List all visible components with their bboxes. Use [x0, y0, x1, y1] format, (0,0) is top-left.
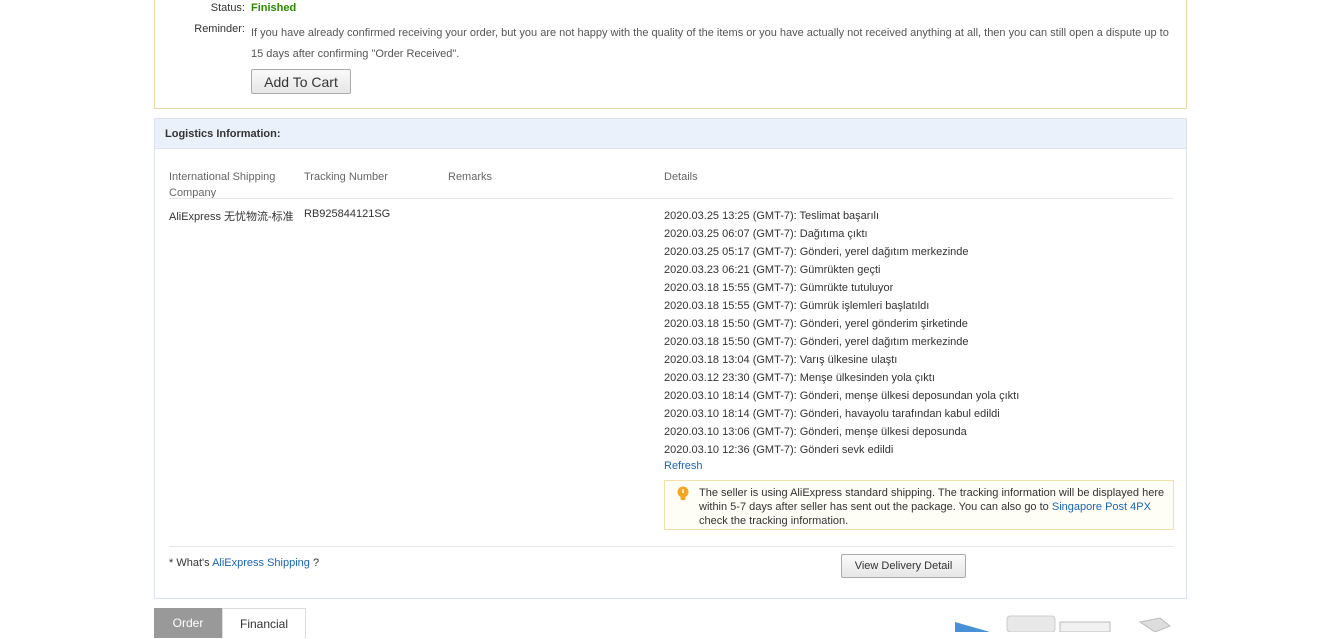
whats-shipping: * What's AliExpress Shipping ? [169, 557, 319, 569]
notice-text: The seller is using AliExpress standard … [699, 486, 1169, 528]
tracking-event: 2020.03.12 23:30 (GMT-7): Menşe ülkesind… [664, 372, 935, 384]
logistics-title: Logistics Information: [155, 119, 1186, 149]
notice-tail: check the tracking information. [699, 515, 849, 527]
tab-order[interactable]: Order [154, 608, 222, 638]
tracking-event: 2020.03.25 06:07 (GMT-7): Dağıtıma çıktı [664, 228, 868, 240]
lightbulb-icon [677, 486, 689, 500]
tracking-number: RB925844121SG [304, 208, 391, 220]
tracking-event: 2020.03.10 18:14 (GMT-7): Gönderi, havay… [664, 408, 1000, 420]
whats-prefix: * What's [169, 557, 210, 569]
tracking-event: 2020.03.10 18:14 (GMT-7): Gönderi, menşe… [664, 390, 1020, 402]
divider [169, 546, 1173, 547]
column-header-company: International Shipping Company [169, 171, 276, 199]
product-banner-image [955, 615, 1171, 632]
status-label: Status: [210, 2, 245, 14]
shipping-notice: The seller is using AliExpress standard … [664, 480, 1174, 530]
divider [169, 198, 1173, 199]
order-summary-box: Status: Finished Reminder: If you have a… [154, 0, 1187, 109]
tracking-event: 2020.03.18 15:50 (GMT-7): Gönderi, yerel… [664, 336, 969, 348]
tracking-event: 2020.03.25 13:25 (GMT-7): Teslimat başar… [664, 210, 880, 222]
shipping-company: AliExpress 无忧物流-标准 [169, 211, 294, 223]
whats-suffix: ? [312, 557, 320, 569]
reminder-text: If you have already confirmed receiving … [251, 27, 1169, 60]
tracking-event: 2020.03.10 12:36 (GMT-7): Gönderi sevk e… [664, 444, 894, 456]
tracking-event: 2020.03.18 15:55 (GMT-7): Gümrükte tutul… [664, 282, 894, 294]
tracking-event: 2020.03.18 15:55 (GMT-7): Gümrük işlemle… [664, 300, 930, 312]
logistics-panel: Logistics Information: International Shi… [154, 118, 1187, 599]
tracking-event: 2020.03.18 13:04 (GMT-7): Varış ülkesine… [664, 354, 898, 366]
tracking-event: 2020.03.25 05:17 (GMT-7): Gönderi, yerel… [664, 246, 969, 258]
column-header-tracking: Tracking Number [304, 171, 388, 183]
column-header-details: Details [664, 171, 698, 183]
tab-financial[interactable]: Financial [222, 608, 306, 638]
singapore-post-link[interactable]: Singapore Post 4PX [1052, 501, 1151, 513]
column-header-remarks: Remarks [448, 171, 493, 183]
tracking-events-list: 2020.03.25 13:25 (GMT-7): Teslimat başar… [664, 209, 1019, 461]
add-to-cart-button[interactable]: Add To Cart [251, 69, 351, 94]
status-value: Finished [251, 2, 297, 14]
aliexpress-shipping-link[interactable]: AliExpress Shipping [212, 557, 310, 569]
tracking-event: 2020.03.10 13:06 (GMT-7): Gönderi, menşe… [664, 426, 967, 438]
tracking-event: 2020.03.18 15:50 (GMT-7): Gönderi, yerel… [664, 318, 968, 330]
tracking-event: 2020.03.23 06:21 (GMT-7): Gümrükten geçt… [664, 264, 881, 276]
reminder-label: Reminder: [194, 23, 245, 35]
view-delivery-detail-button[interactable]: View Delivery Detail [841, 554, 966, 578]
refresh-link[interactable]: Refresh [664, 460, 703, 472]
